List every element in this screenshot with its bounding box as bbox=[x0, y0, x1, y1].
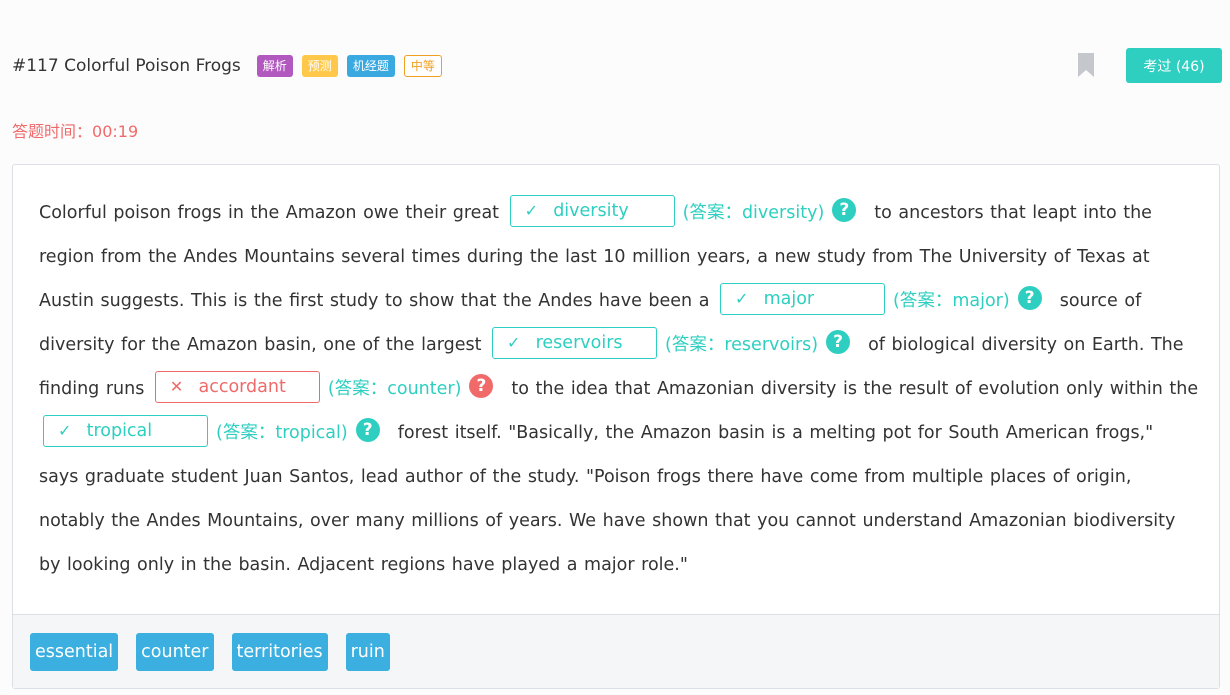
blank-value: reservoirs bbox=[535, 333, 623, 353]
word-option-territories[interactable]: territories bbox=[231, 633, 328, 671]
passage-segment: Colorful poison frogs in the Amazon owe … bbox=[39, 203, 500, 223]
answer-timer: 答题时间：00:19 bbox=[12, 118, 138, 142]
question-header: #117 Colorful Poison Frogs 解析 预测 机经题 中等 bbox=[12, 52, 451, 80]
passage-text: Colorful poison frogs in the Amazon owe … bbox=[39, 191, 1199, 587]
word-option-essential[interactable]: essential bbox=[30, 633, 119, 671]
blank-value: diversity bbox=[553, 201, 629, 221]
question-circle-icon[interactable]: ? bbox=[469, 374, 494, 398]
passed-count-button[interactable]: 考过 (46) bbox=[1126, 48, 1222, 83]
timer-value: 00:19 bbox=[92, 122, 139, 141]
blank-value: tropical bbox=[86, 421, 153, 441]
passage-segment: forest itself. "Basically, the Amazon ba… bbox=[39, 423, 1176, 575]
word-bank: essential counter territories ruin bbox=[13, 614, 1219, 688]
question-circle-icon[interactable]: ? bbox=[826, 330, 851, 354]
blank-1[interactable]: ✓ diversity bbox=[509, 195, 675, 227]
timer-label: 答题时间： bbox=[12, 122, 93, 141]
check-icon: ✓ bbox=[58, 421, 72, 440]
word-option-ruin[interactable]: ruin bbox=[345, 633, 390, 671]
blank-value: major bbox=[763, 289, 815, 309]
blank-value: accordant bbox=[198, 377, 286, 397]
passage-segment: to the idea that Amazonian diversity is … bbox=[511, 379, 1199, 399]
question-circle-icon[interactable]: ? bbox=[832, 198, 857, 222]
blank-answer: (答案：tropical) bbox=[216, 423, 348, 443]
blank-answer: (答案：diversity) bbox=[682, 203, 825, 223]
blank-2[interactable]: ✓ major bbox=[720, 283, 885, 315]
check-icon: ✓ bbox=[507, 333, 521, 352]
blank-3[interactable]: ✓ reservoirs bbox=[492, 327, 658, 359]
cross-icon: ✕ bbox=[169, 377, 184, 396]
question-circle-icon[interactable]: ? bbox=[355, 418, 380, 442]
blank-4[interactable]: ✕ accordant bbox=[154, 371, 320, 403]
passage-panel: Colorful poison frogs in the Amazon owe … bbox=[12, 164, 1220, 689]
tag-difficulty: 中等 bbox=[403, 55, 442, 77]
blank-answer: (答案：reservoirs) bbox=[665, 335, 819, 355]
bookmark-icon[interactable] bbox=[1078, 53, 1094, 77]
blank-answer: (答案：counter) bbox=[327, 379, 462, 399]
blank-5[interactable]: ✓ tropical bbox=[43, 415, 208, 447]
tag-prediction[interactable]: 预测 bbox=[301, 55, 338, 77]
check-icon: ✓ bbox=[524, 201, 539, 220]
question-title: #117 Colorful Poison Frogs bbox=[12, 56, 241, 76]
check-icon: ✓ bbox=[735, 289, 749, 308]
blank-answer: (答案：major) bbox=[893, 291, 1010, 311]
tag-analysis[interactable]: 解析 bbox=[256, 55, 293, 77]
word-option-counter[interactable]: counter bbox=[136, 633, 214, 671]
tag-exam-question[interactable]: 机经题 bbox=[346, 55, 395, 77]
question-circle-icon[interactable]: ? bbox=[1017, 286, 1042, 310]
